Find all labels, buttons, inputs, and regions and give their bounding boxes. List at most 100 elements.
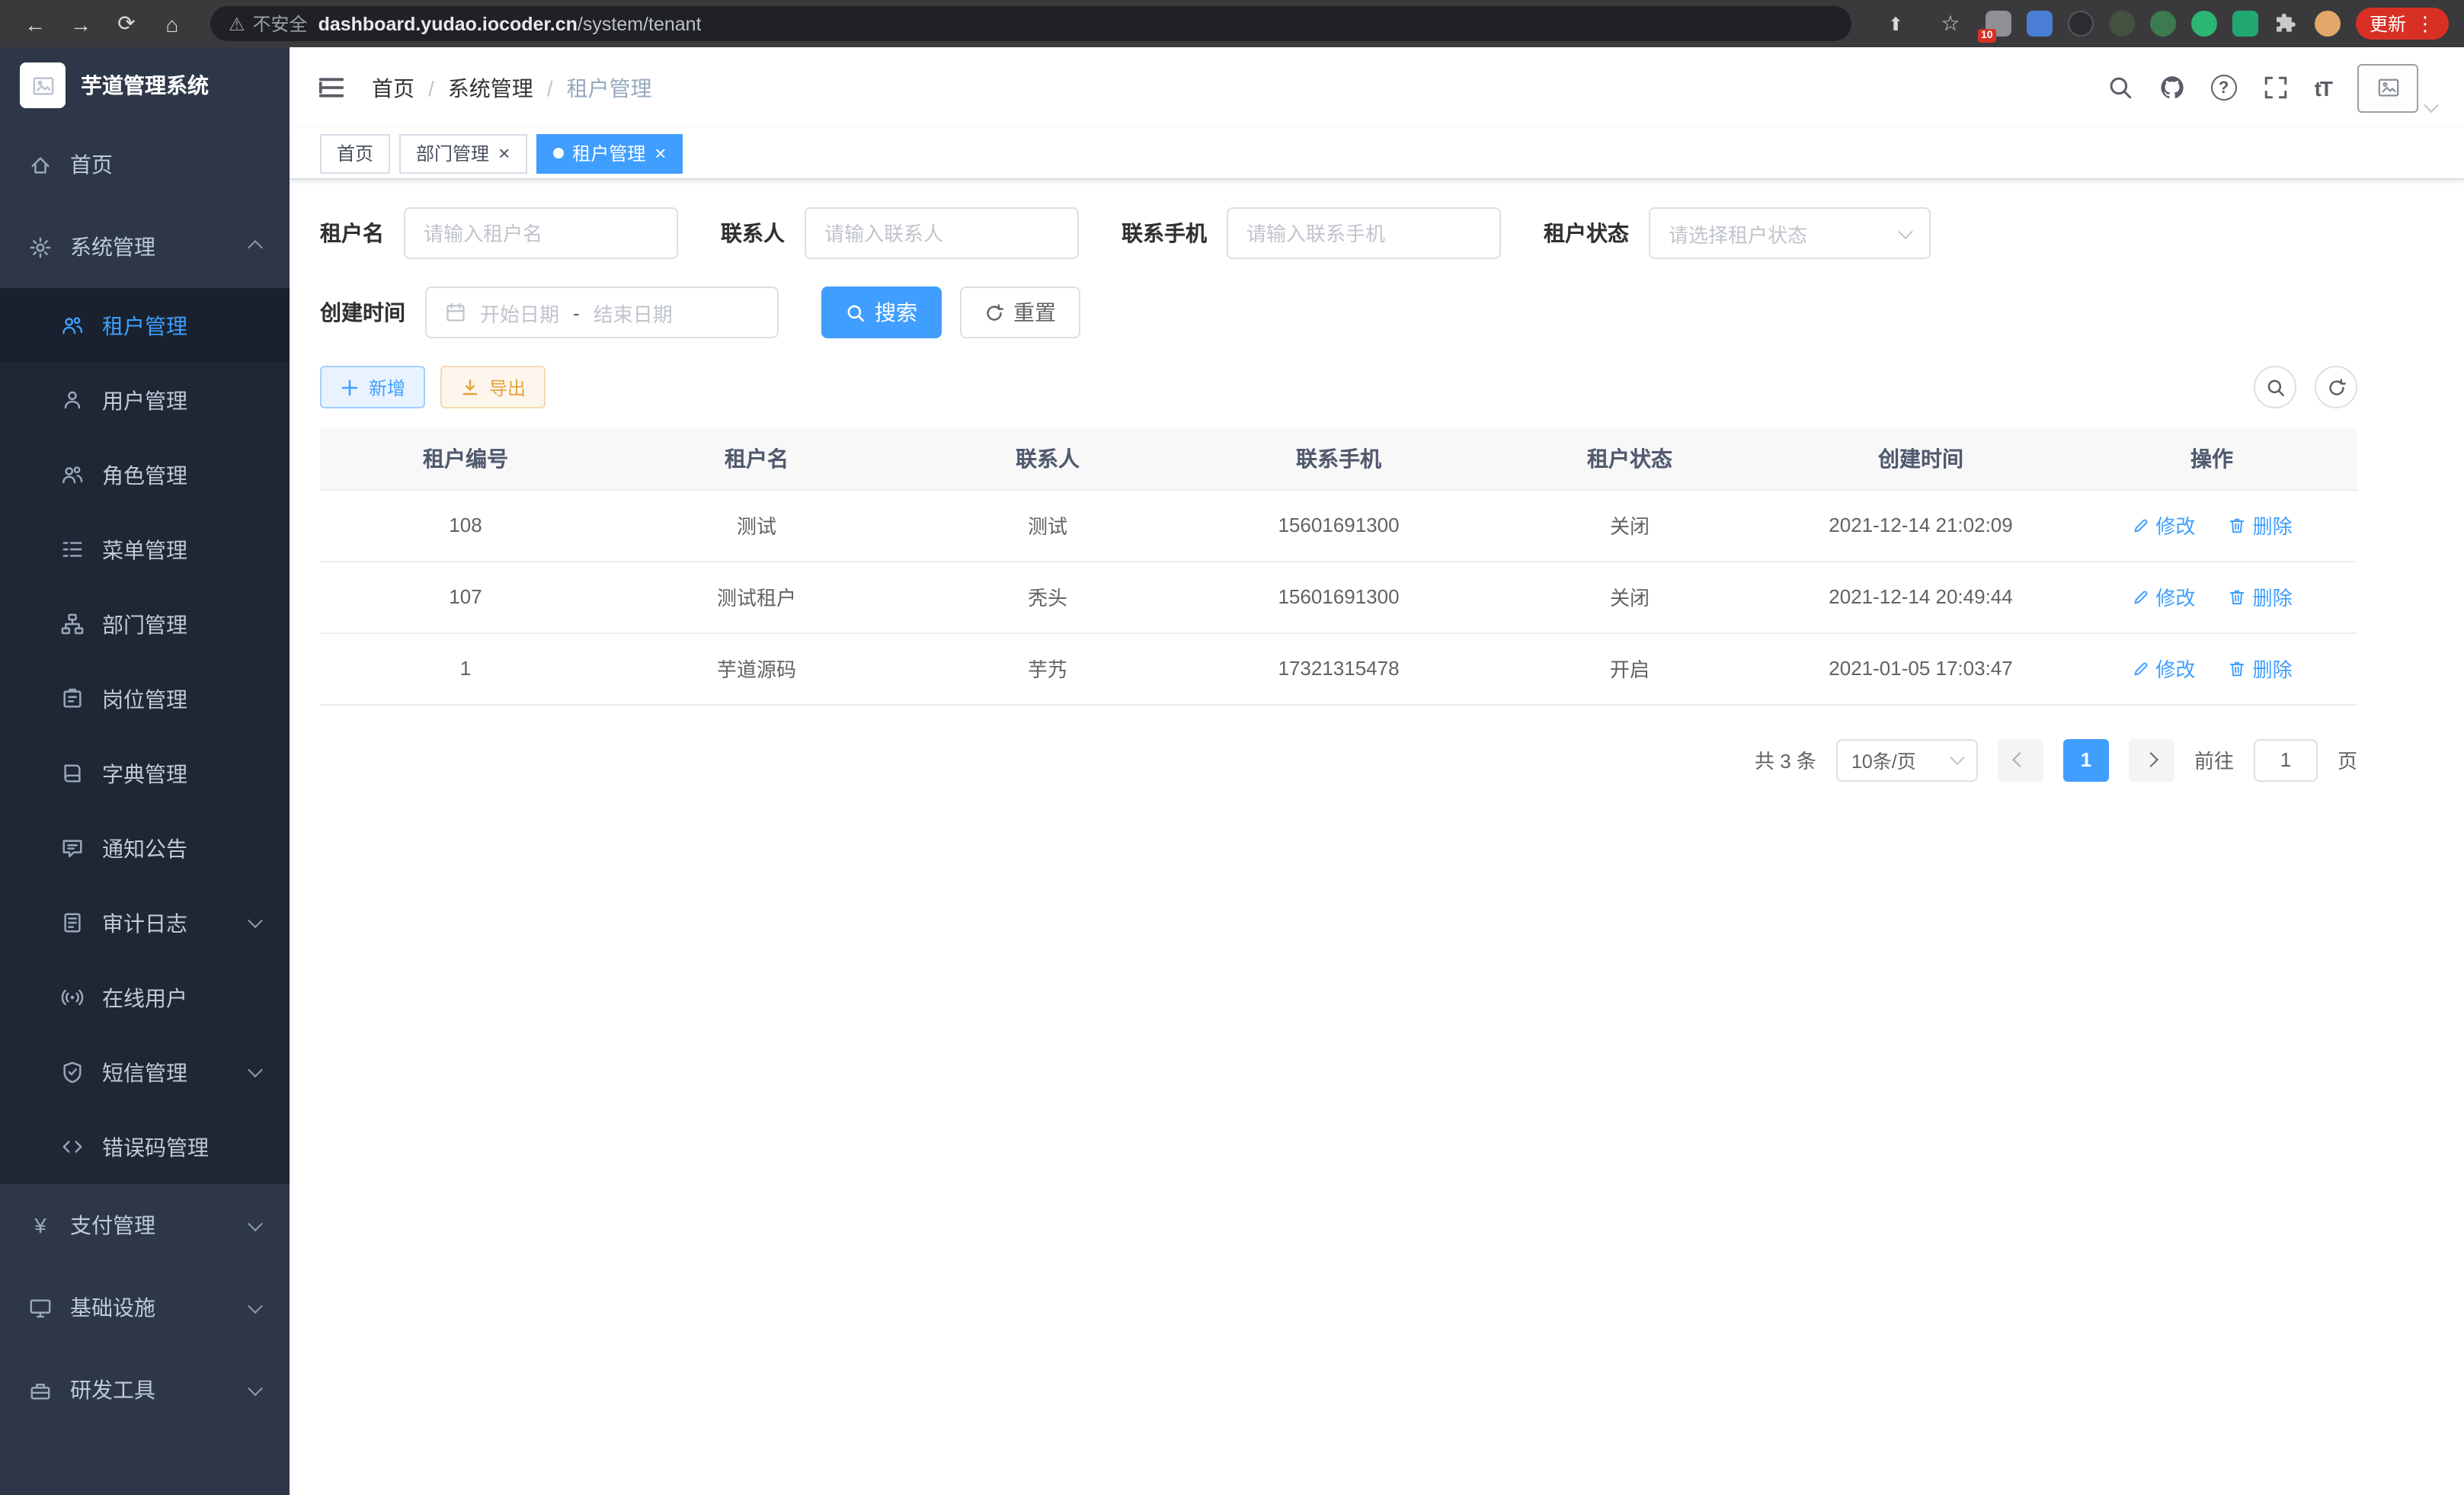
page-size-select[interactable]: 10条/页	[1836, 738, 1978, 781]
sidebar-item-role[interactable]: 角色管理	[0, 437, 290, 512]
sidebar-group-devtools[interactable]: 研发工具	[0, 1349, 290, 1431]
search-button[interactable]: 搜索	[821, 287, 942, 338]
contact-input[interactable]	[805, 207, 1079, 259]
browser-menu-icon[interactable]: ⋮	[2415, 11, 2435, 36]
reset-button[interactable]: 重置	[960, 287, 1080, 338]
cell-phone: 17321315478	[1193, 632, 1484, 704]
extension-icon-3[interactable]	[2068, 11, 2094, 37]
caret-down-icon	[2424, 97, 2439, 112]
delete-link[interactable]: 删除	[2229, 582, 2293, 611]
goto-page-input[interactable]	[2254, 738, 2318, 781]
edit-link[interactable]: 修改	[2131, 511, 2195, 539]
cell-actions: 修改 删除	[2066, 561, 2357, 632]
breadcrumb-home[interactable]: 首页	[372, 72, 414, 103]
tenant-name-input[interactable]	[404, 207, 678, 259]
sidebar-group-infra[interactable]: 基础设施	[0, 1266, 290, 1349]
warning-icon: ⚠	[229, 13, 245, 34]
prev-page-button[interactable]	[1998, 738, 2043, 781]
extension-icon-4[interactable]	[2109, 11, 2135, 37]
back-icon[interactable]: ←	[15, 4, 55, 43]
table-header-row: 租户编号 租户名 联系人 联系手机 租户状态 创建时间 操作	[320, 428, 2357, 489]
sidebar-logo[interactable]: 芋道管理系统	[0, 47, 290, 123]
tab-dept[interactable]: 部门管理 ×	[399, 133, 526, 173]
browser-toolbar: ← → ⟳ ⌂ ⚠ 不安全 dashboard.yudao.iocoder.cn…	[0, 0, 2464, 47]
sidebar-item-notice[interactable]: 通知公告	[0, 811, 290, 885]
extensions-puzzle-icon[interactable]	[2274, 11, 2299, 37]
extension-icon-7[interactable]	[2232, 11, 2258, 37]
fullscreen-icon[interactable]	[2263, 75, 2289, 101]
edit-link[interactable]: 修改	[2131, 654, 2195, 683]
signal-icon	[61, 986, 84, 1009]
tab-home[interactable]: 首页	[320, 133, 390, 173]
hamburger-icon[interactable]	[317, 73, 346, 102]
filter-status: 租户状态 请选择租户状态	[1544, 207, 1931, 259]
tab-tenant[interactable]: 租户管理 ×	[536, 133, 683, 173]
close-icon[interactable]: ×	[654, 143, 666, 163]
menu-list-icon	[61, 538, 84, 561]
sidebar-item-tenant[interactable]: 租户管理	[0, 288, 290, 363]
extension-icon-5[interactable]	[2150, 11, 2176, 37]
github-icon[interactable]	[2159, 75, 2185, 101]
url-bar[interactable]: ⚠ 不安全 dashboard.yudao.iocoder.cn/system/…	[210, 6, 1851, 41]
close-icon[interactable]: ×	[498, 143, 510, 163]
sidebar-item-user[interactable]: 用户管理	[0, 363, 290, 437]
profile-avatar-icon[interactable]	[2315, 11, 2341, 37]
font-size-icon[interactable]: tT	[2315, 75, 2331, 100]
sidebar-group-sms[interactable]: 短信管理	[0, 1035, 290, 1109]
sidebar-item-menu[interactable]: 菜单管理	[0, 512, 290, 587]
delete-link[interactable]: 删除	[2229, 654, 2293, 683]
share-icon[interactable]: ⬆	[1876, 4, 1915, 43]
date-range-picker[interactable]: 开始日期 - 结束日期	[425, 287, 779, 338]
forward-icon[interactable]: →	[61, 4, 101, 43]
org-tree-icon	[61, 613, 84, 635]
toggle-search-button[interactable]	[2254, 366, 2296, 408]
filter-row-1: 租户名 联系人 联系手机 租户状态 请选择租户状态	[320, 207, 2357, 259]
sidebar-group-system[interactable]: 系统管理	[0, 206, 290, 288]
sidebar-item-errorcode[interactable]: 错误码管理	[0, 1109, 290, 1184]
home-icon[interactable]: ⌂	[152, 4, 192, 43]
phone-input[interactable]	[1227, 207, 1501, 259]
page-number-1[interactable]: 1	[2063, 738, 2109, 781]
home-menu-icon	[29, 153, 52, 176]
user-menu[interactable]	[2357, 63, 2437, 112]
sidebar-item-label: 审计日志	[102, 908, 187, 938]
sidebar-item-post[interactable]: 岗位管理	[0, 661, 290, 736]
sidebar-group-audit[interactable]: 审计日志	[0, 885, 290, 960]
bookmark-star-icon[interactable]: ☆	[1931, 4, 1970, 43]
help-icon[interactable]: ?	[2211, 75, 2237, 101]
status-select[interactable]: 请选择租户状态	[1649, 207, 1931, 259]
refresh-table-button[interactable]	[2315, 366, 2357, 408]
security-chip[interactable]: ⚠ 不安全	[229, 11, 308, 37]
sidebar-item-home[interactable]: 首页	[0, 123, 290, 206]
update-button[interactable]: 更新 ⋮	[2356, 8, 2449, 40]
sidebar-item-online[interactable]: 在线用户	[0, 960, 290, 1035]
export-button[interactable]: 导出	[440, 366, 546, 408]
add-button[interactable]: 新增	[320, 366, 425, 408]
extension-icon-2[interactable]	[2027, 11, 2053, 37]
extension-icon-1[interactable]: 10	[1986, 11, 2011, 37]
cell-name: 测试	[611, 489, 902, 561]
extension-icon-6[interactable]	[2191, 11, 2217, 37]
search-icon[interactable]	[2107, 75, 2133, 101]
next-page-button[interactable]	[2129, 738, 2174, 781]
chevron-down-icon	[248, 1298, 263, 1313]
sidebar-group-payment[interactable]: ¥ 支付管理	[0, 1184, 290, 1266]
sidebar: 芋道管理系统 首页 系统管理 租户管理 用户管理	[0, 47, 290, 1495]
trash-icon	[2229, 516, 2247, 534]
sidebar-item-label: 部门管理	[102, 609, 187, 639]
breadcrumb-system[interactable]: 系统管理	[448, 72, 533, 103]
sidebar-item-dict[interactable]: 字典管理	[0, 736, 290, 811]
edit-link[interactable]: 修改	[2131, 582, 2195, 611]
table-row: 1 芋道源码 芋艿 17321315478 开启 2021-01-05 17:0…	[320, 632, 2357, 704]
sidebar-group-label: 系统管理	[70, 232, 155, 262]
audit-log-icon	[61, 911, 84, 934]
sidebar-item-label: 菜单管理	[102, 534, 187, 565]
delete-link[interactable]: 删除	[2229, 511, 2293, 539]
chevron-down-icon	[248, 1062, 263, 1077]
filter-label: 联系人	[721, 218, 785, 248]
sidebar-item-dept[interactable]: 部门管理	[0, 587, 290, 661]
cell-contact: 秃头	[902, 561, 1193, 632]
filter-phone: 联系手机	[1122, 207, 1501, 259]
reload-icon[interactable]: ⟳	[107, 4, 146, 43]
refresh-icon	[2326, 377, 2346, 397]
